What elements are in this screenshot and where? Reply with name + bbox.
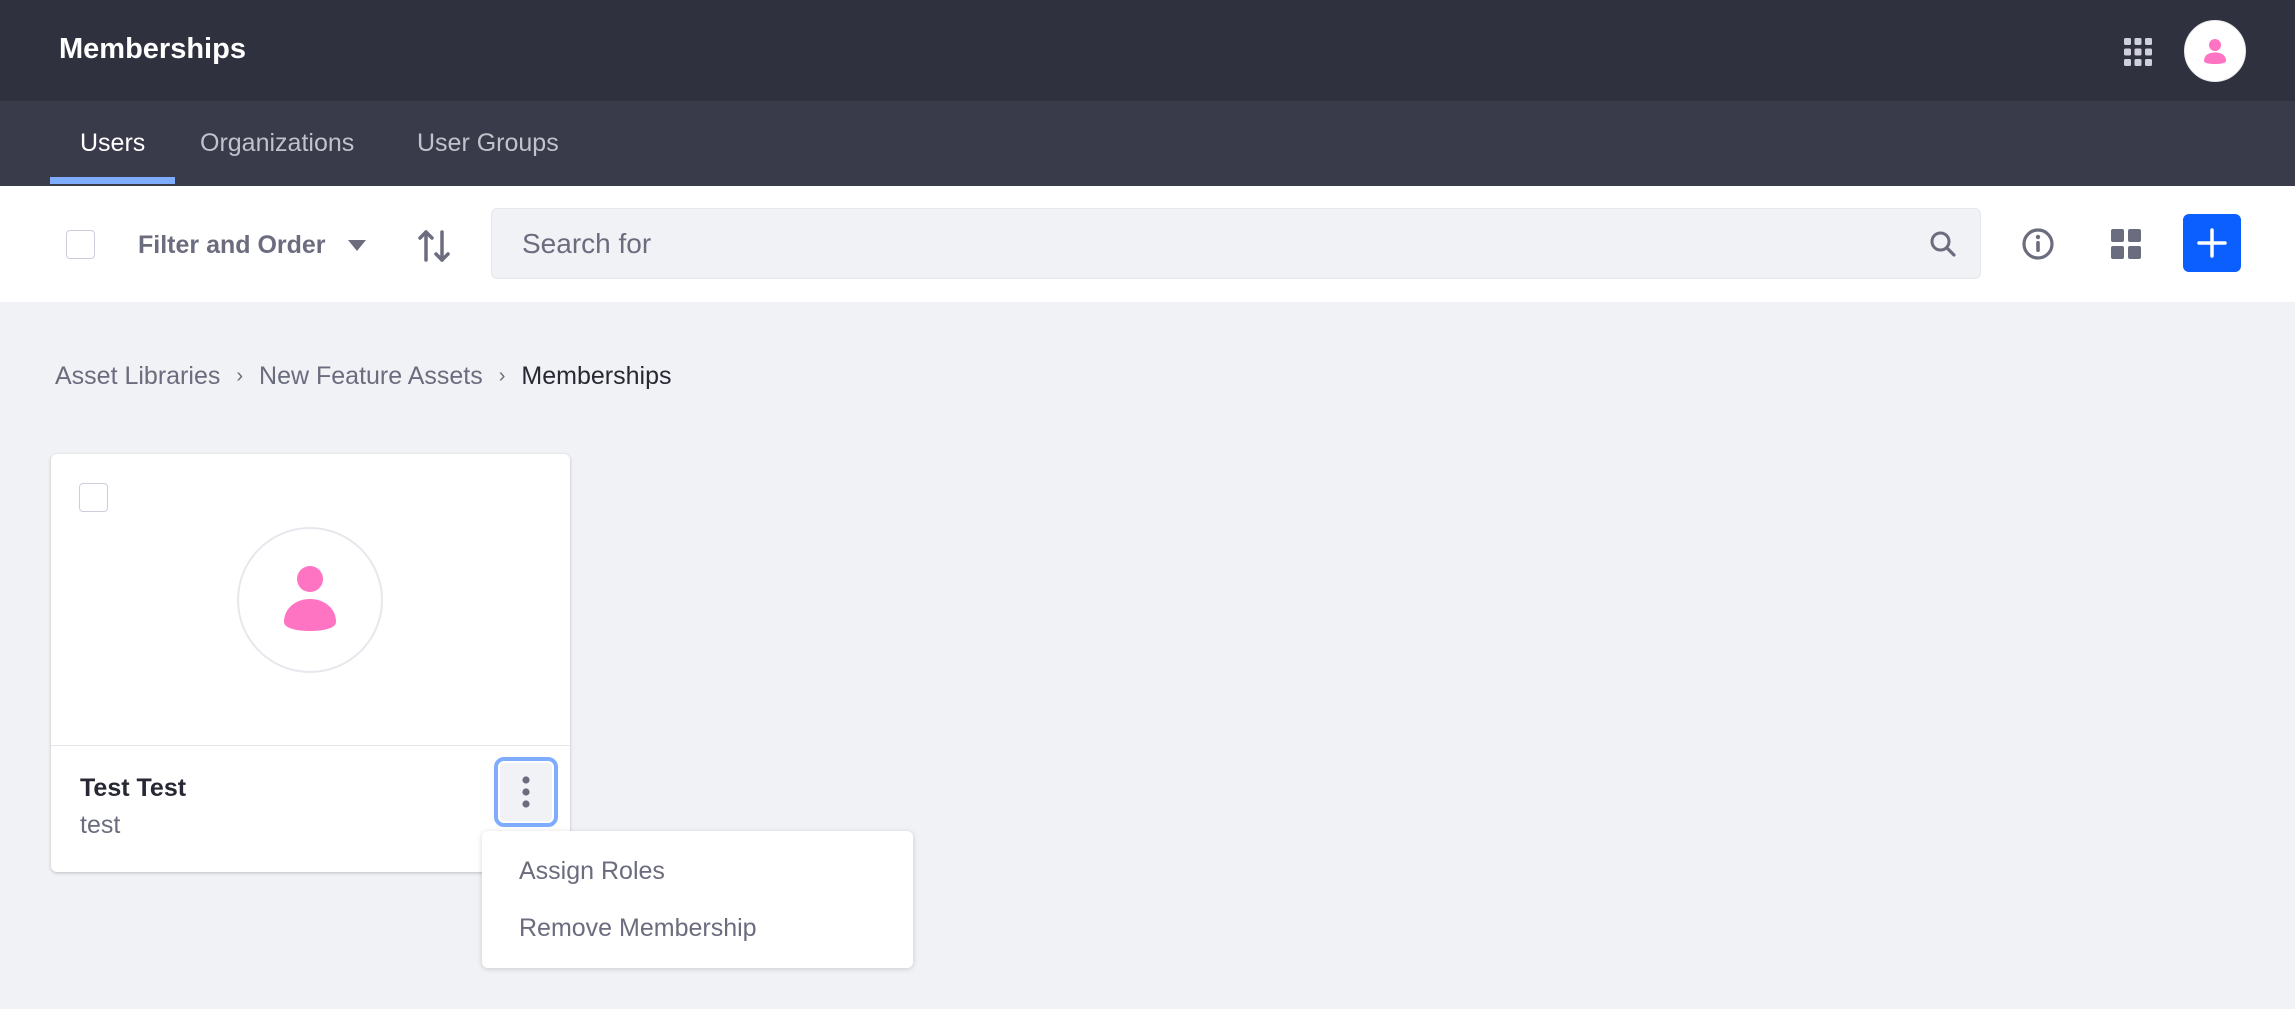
order-arrows-icon (418, 230, 450, 262)
filter-and-order-button[interactable]: Filter and Order (138, 222, 366, 268)
card-title[interactable]: Test Test (80, 774, 186, 803)
caret-down-icon (347, 239, 366, 251)
breadcrumb-item-asset-libraries[interactable]: Asset Libraries (55, 362, 220, 391)
tab-users[interactable]: Users (49, 101, 176, 186)
breadcrumb: Asset Libraries › New Feature Assets › M… (55, 362, 671, 391)
user-avatar (237, 527, 383, 673)
apps-menu-button[interactable] (2122, 36, 2154, 68)
cards-view-icon (2111, 229, 2141, 259)
sort-order-button[interactable] (412, 224, 456, 268)
ellipsis-vertical-icon (522, 776, 530, 808)
menu-item-assign-roles[interactable]: Assign Roles (519, 857, 665, 886)
info-button[interactable] (2020, 226, 2056, 262)
page-title: Memberships (59, 33, 246, 65)
nav-bar: Users Organizations User Groups (0, 101, 2295, 186)
tab-user-groups[interactable]: User Groups (417, 101, 559, 186)
search-input[interactable] (492, 209, 1912, 278)
card-image-area (51, 454, 570, 746)
top-bar: Memberships (0, 0, 2295, 101)
info-circle-icon (2022, 228, 2054, 260)
breadcrumb-item-current: Memberships (521, 362, 672, 390)
breadcrumb-item-new-feature-assets[interactable]: New Feature Assets (259, 362, 483, 391)
chevron-right-icon: › (236, 365, 244, 387)
chevron-right-icon: › (498, 365, 506, 387)
card-actions-button[interactable] (494, 757, 558, 827)
grid-3x3-icon (2124, 38, 2152, 66)
user-icon (2204, 39, 2226, 64)
menu-item-remove-membership[interactable]: Remove Membership (519, 914, 757, 943)
user-icon (284, 566, 336, 631)
search-icon[interactable] (1928, 229, 1958, 259)
management-toolbar: Filter and Order (0, 186, 2295, 302)
add-button[interactable] (2183, 214, 2241, 272)
plus-icon (2197, 228, 2227, 258)
view-type-button[interactable] (2108, 226, 2144, 262)
card-select-checkbox[interactable] (79, 483, 108, 512)
select-all-checkbox[interactable] (66, 230, 95, 259)
card-subtitle: test (80, 811, 121, 839)
search-bar (491, 208, 1981, 279)
card-actions-menu: Assign Roles Remove Membership (482, 831, 913, 968)
user-avatar-button[interactable] (2184, 20, 2246, 82)
filter-and-order-label: Filter and Order (138, 230, 326, 259)
user-card[interactable]: Test Test test (51, 454, 570, 872)
tab-organizations[interactable]: Organizations (200, 101, 354, 186)
